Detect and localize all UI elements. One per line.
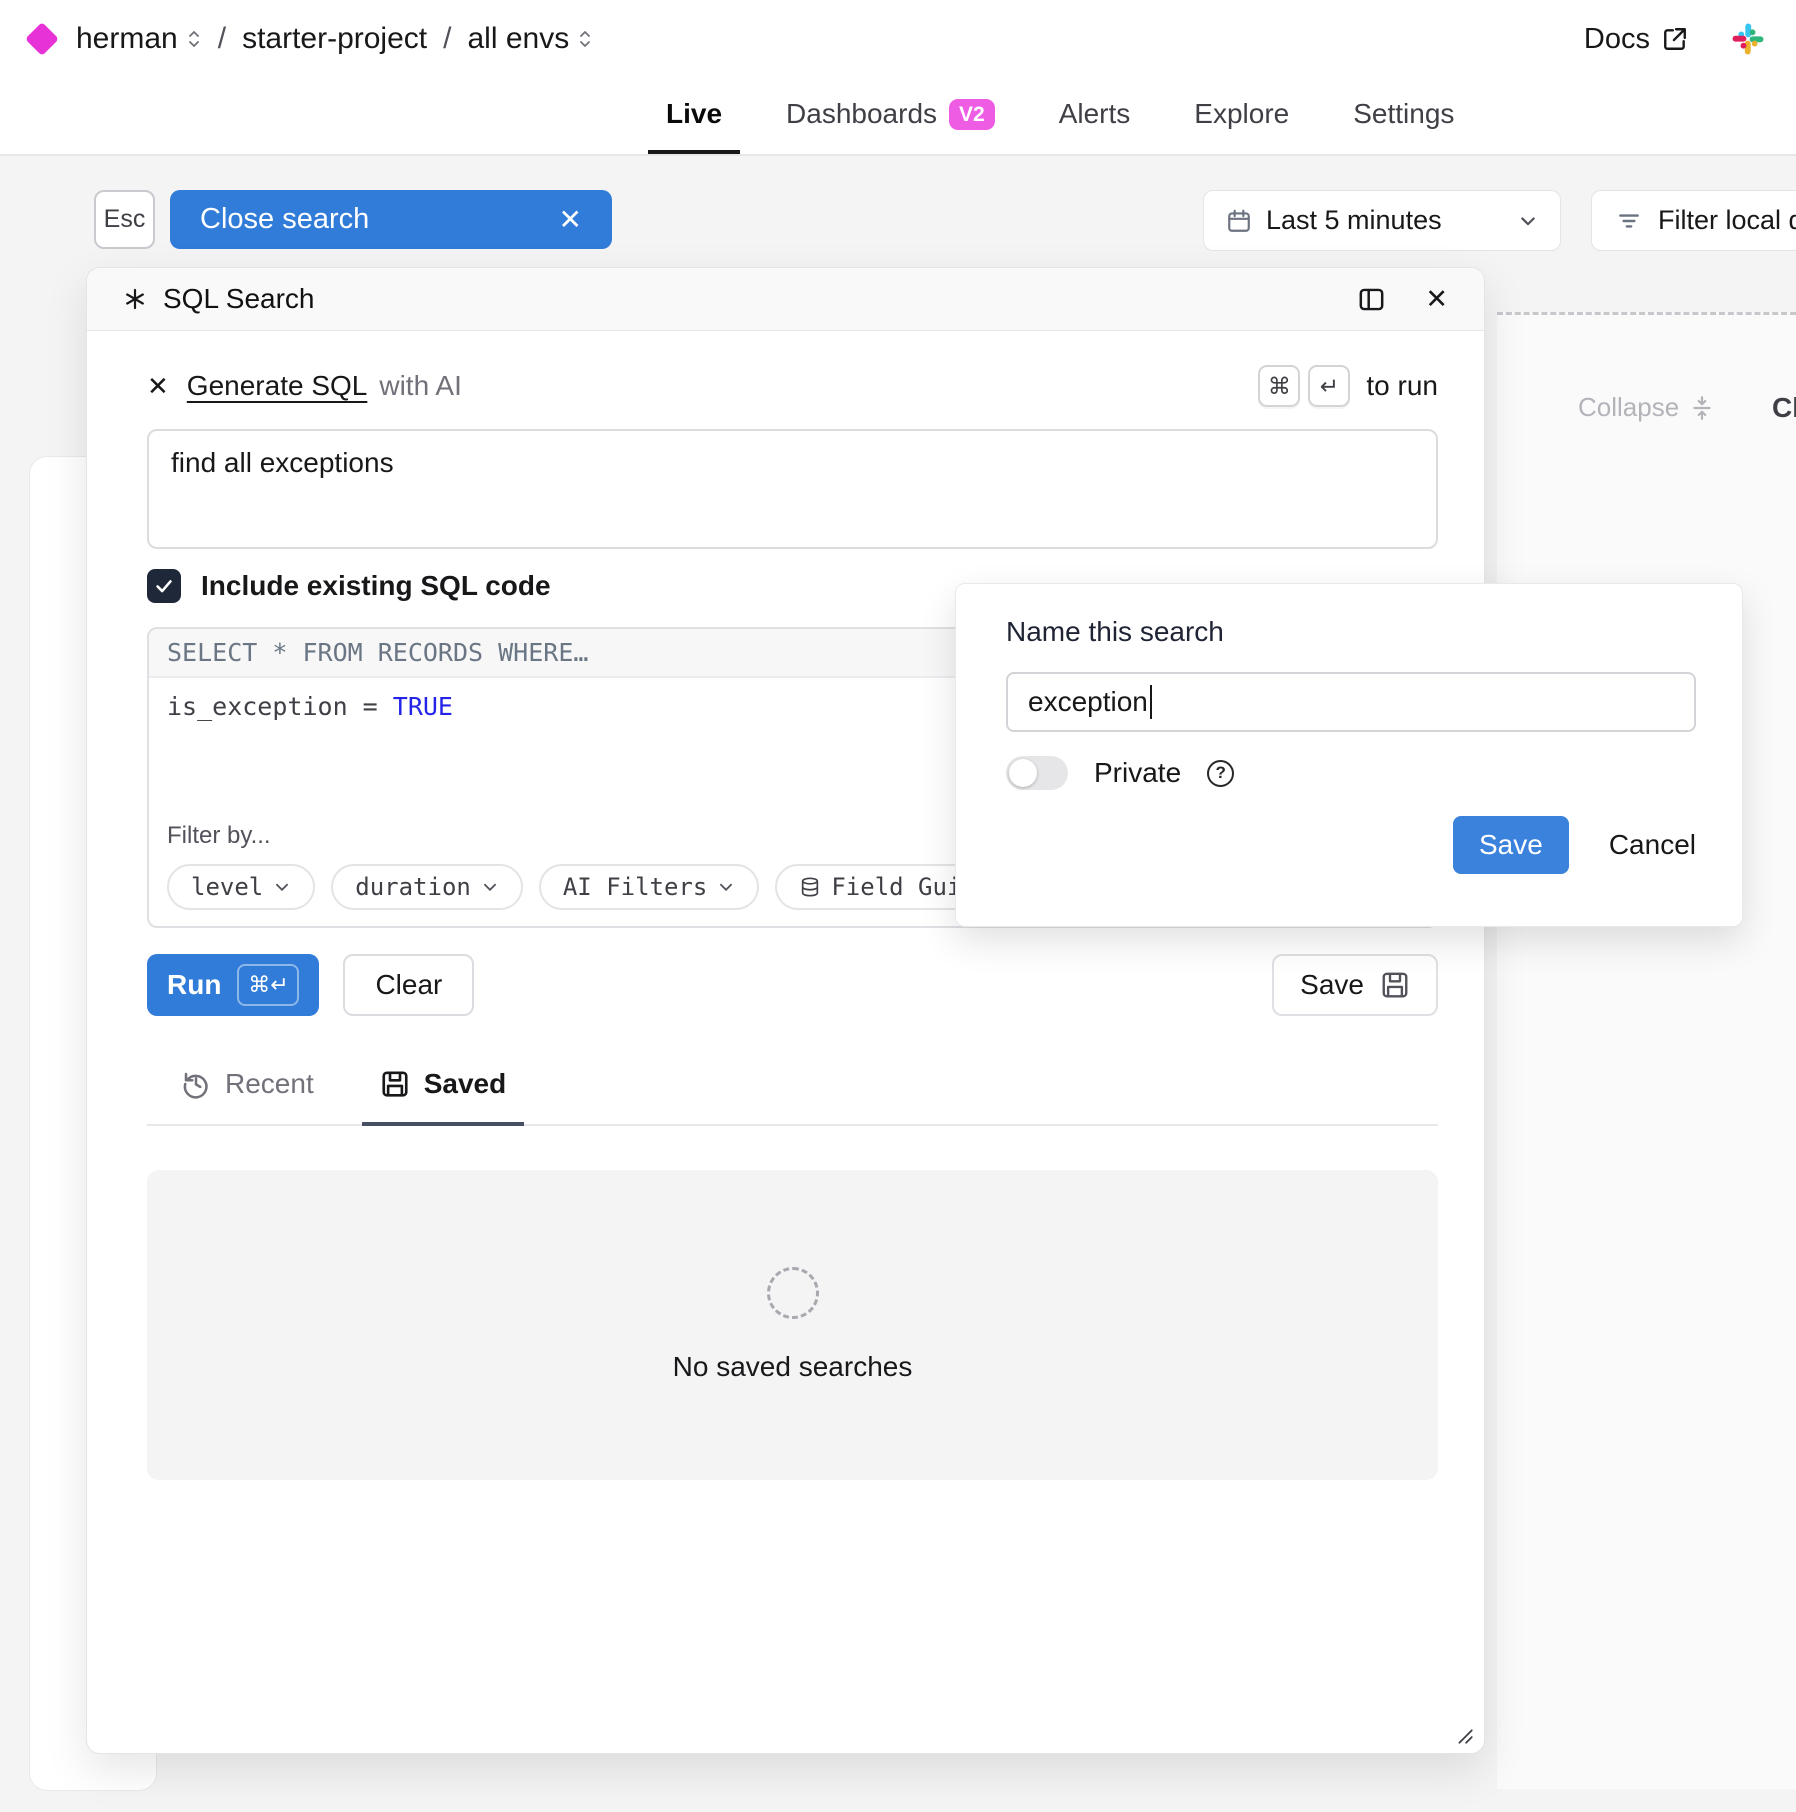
include-sql-label: Include existing SQL code: [201, 570, 551, 602]
esc-key-hint: Esc: [94, 190, 155, 249]
tab-saved[interactable]: Saved: [362, 1068, 525, 1126]
private-row: Private ?: [1006, 756, 1696, 790]
generate-sql-row: ✕ Generate SQL with AI ⌘ ↵ to run: [147, 365, 1438, 407]
clipped-button[interactable]: Cl: [1772, 392, 1796, 424]
tab-explore[interactable]: Explore: [1176, 78, 1307, 154]
docs-link[interactable]: Docs: [1584, 23, 1688, 56]
close-icon: ✕: [559, 203, 582, 236]
updown-chevron-icon: [186, 28, 202, 50]
chevron-down-icon: [717, 878, 735, 896]
include-sql-checkbox[interactable]: [147, 569, 181, 603]
cmd-key-icon: ⌘: [1258, 365, 1300, 407]
modal-title: Name this search: [1006, 616, 1696, 648]
tab-alerts[interactable]: Alerts: [1041, 78, 1149, 154]
chip-duration[interactable]: duration: [331, 864, 523, 910]
text-cursor: [1150, 685, 1152, 719]
breadcrumb-separator: /: [218, 22, 226, 56]
help-icon[interactable]: ?: [1207, 760, 1234, 787]
resize-handle-icon[interactable]: [1456, 1727, 1474, 1745]
sql-keyword: TRUE: [393, 692, 453, 721]
filter-local-data-control[interactable]: Filter local da: [1591, 190, 1796, 251]
run-button[interactable]: Run ⌘↵: [147, 954, 319, 1016]
chevron-down-icon: [1518, 211, 1538, 231]
topbar-right: Docs: [1584, 0, 1764, 78]
empty-state-circle-icon: [767, 1267, 819, 1319]
search-name-input[interactable]: exception: [1006, 672, 1696, 732]
with-ai-label: with AI: [379, 370, 461, 402]
calendar-icon: [1226, 208, 1252, 234]
floppy-save-icon: [1380, 970, 1410, 1000]
sql-search-panel: SQL Search ✕ ✕ Generate SQL with AI ⌘ ↵ …: [86, 267, 1485, 1754]
close-search-button[interactable]: Close search ✕: [170, 190, 612, 249]
top-bar: herman / starter-project / all envs Docs: [0, 0, 1796, 78]
modal-actions: Save Cancel: [1006, 816, 1696, 874]
time-range-dropdown[interactable]: Last 5 minutes: [1203, 190, 1561, 251]
filter-icon: [1616, 208, 1642, 234]
panel-header-icons: ✕: [1358, 284, 1448, 315]
updown-chevron-icon: [577, 28, 593, 50]
breadcrumb: herman / starter-project / all envs: [30, 0, 593, 78]
close-panel-icon[interactable]: ✕: [1425, 284, 1448, 315]
checkmark-icon: [153, 575, 175, 597]
empty-saved-searches: No saved searches: [147, 1170, 1438, 1480]
asterisk-icon: [123, 287, 147, 311]
org-selector[interactable]: herman: [76, 22, 202, 56]
dismiss-generate-icon[interactable]: ✕: [147, 371, 169, 402]
database-icon: [799, 876, 821, 898]
breadcrumb-separator: /: [443, 22, 451, 56]
tab-recent[interactable]: Recent: [163, 1068, 332, 1126]
ai-prompt-input[interactable]: find all exceptions: [147, 429, 1438, 549]
tab-settings[interactable]: Settings: [1335, 78, 1472, 154]
brand-logo-icon[interactable]: [25, 22, 59, 56]
enter-key-icon: ↵: [1308, 365, 1350, 407]
toggle-knob: [1009, 759, 1037, 787]
panel-title: SQL Search: [123, 283, 314, 315]
run-shortcut-badge: ⌘↵: [237, 964, 299, 1006]
env-selector[interactable]: all envs: [467, 22, 593, 56]
history-clock-icon: [181, 1069, 211, 1099]
nav-tabs: Live Dashboards V2 Alerts Explore Settin…: [648, 78, 1472, 154]
slack-icon[interactable]: [1732, 23, 1764, 55]
save-search-button[interactable]: Save: [1272, 954, 1438, 1016]
tab-live[interactable]: Live: [648, 78, 740, 154]
empty-state-label: No saved searches: [673, 1351, 913, 1383]
project-name[interactable]: starter-project: [242, 22, 427, 56]
collapse-control[interactable]: Collapse: [1578, 392, 1715, 423]
run-shortcut-hint: ⌘ ↵ to run: [1258, 365, 1438, 407]
clear-button[interactable]: Clear: [343, 954, 474, 1016]
panel-header: SQL Search ✕: [87, 268, 1484, 331]
name-search-modal: Name this search exception Private ? Sav…: [955, 583, 1743, 927]
private-toggle[interactable]: [1006, 756, 1068, 790]
nav-tab-bar: Live Dashboards V2 Alerts Explore Settin…: [0, 78, 1796, 156]
private-label: Private: [1094, 757, 1181, 789]
chart-area-background: [1497, 312, 1796, 1789]
external-link-icon: [1662, 26, 1688, 52]
saved-search-tabs: Recent Saved: [147, 1068, 1438, 1126]
collapse-vertical-icon: [1689, 395, 1715, 421]
actions-row: Run ⌘↵ Clear Save: [147, 954, 1438, 1016]
side-panel-icon[interactable]: [1358, 286, 1385, 313]
tab-dashboards[interactable]: Dashboards V2: [768, 78, 1013, 154]
chevron-down-icon: [481, 878, 499, 896]
floppy-saved-icon: [380, 1069, 410, 1099]
org-name: herman: [76, 22, 178, 56]
v2-badge: V2: [949, 99, 995, 130]
modal-cancel-button[interactable]: Cancel: [1609, 829, 1696, 861]
chip-ai-filters[interactable]: AI Filters: [539, 864, 760, 910]
chip-level[interactable]: level: [167, 864, 315, 910]
generate-sql-link[interactable]: Generate SQL: [187, 370, 368, 402]
chevron-down-icon: [273, 878, 291, 896]
modal-save-button[interactable]: Save: [1453, 816, 1569, 874]
